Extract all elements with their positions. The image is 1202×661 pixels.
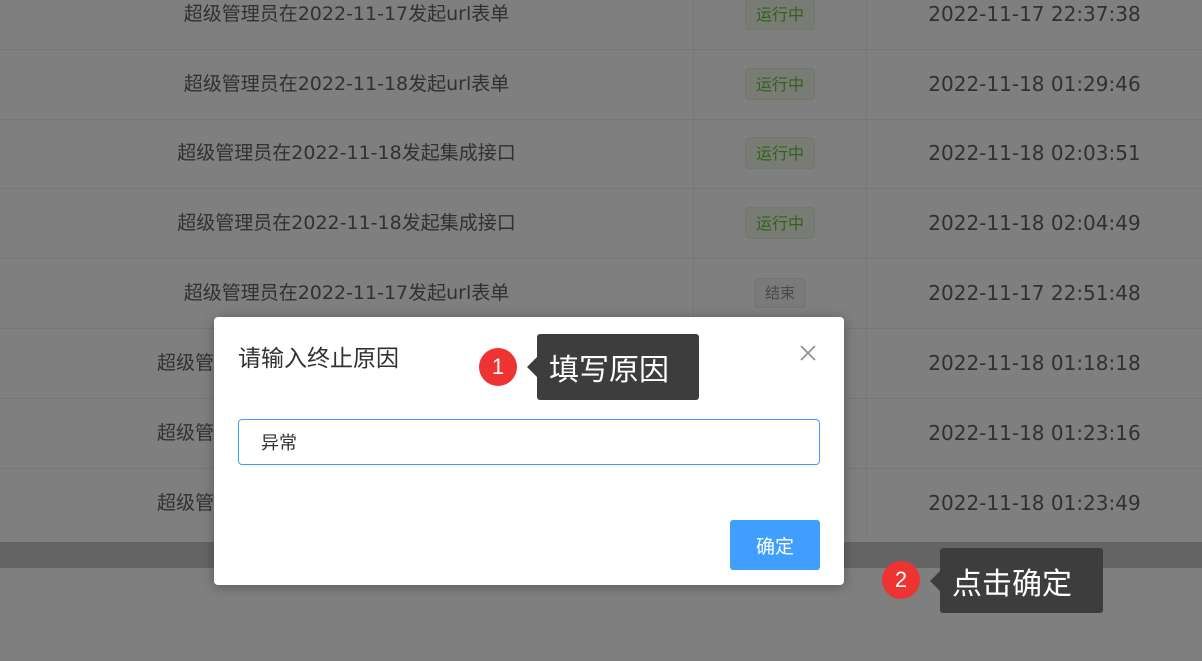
step-1-callout: 填写原因 — [527, 334, 699, 400]
step-1-text: 填写原因 — [549, 353, 669, 388]
step-2-callout: 点击确定 — [930, 548, 1103, 613]
confirm-button[interactable]: 确定 — [730, 520, 820, 570]
reason-input[interactable] — [238, 419, 820, 465]
step-2-badge: 2 — [882, 561, 920, 599]
step-2-text: 点击确定 — [952, 566, 1072, 602]
step-1-badge: 1 — [479, 348, 517, 386]
close-icon[interactable] — [796, 341, 820, 365]
dialog-title: 请输入终止原因 — [238, 346, 399, 372]
